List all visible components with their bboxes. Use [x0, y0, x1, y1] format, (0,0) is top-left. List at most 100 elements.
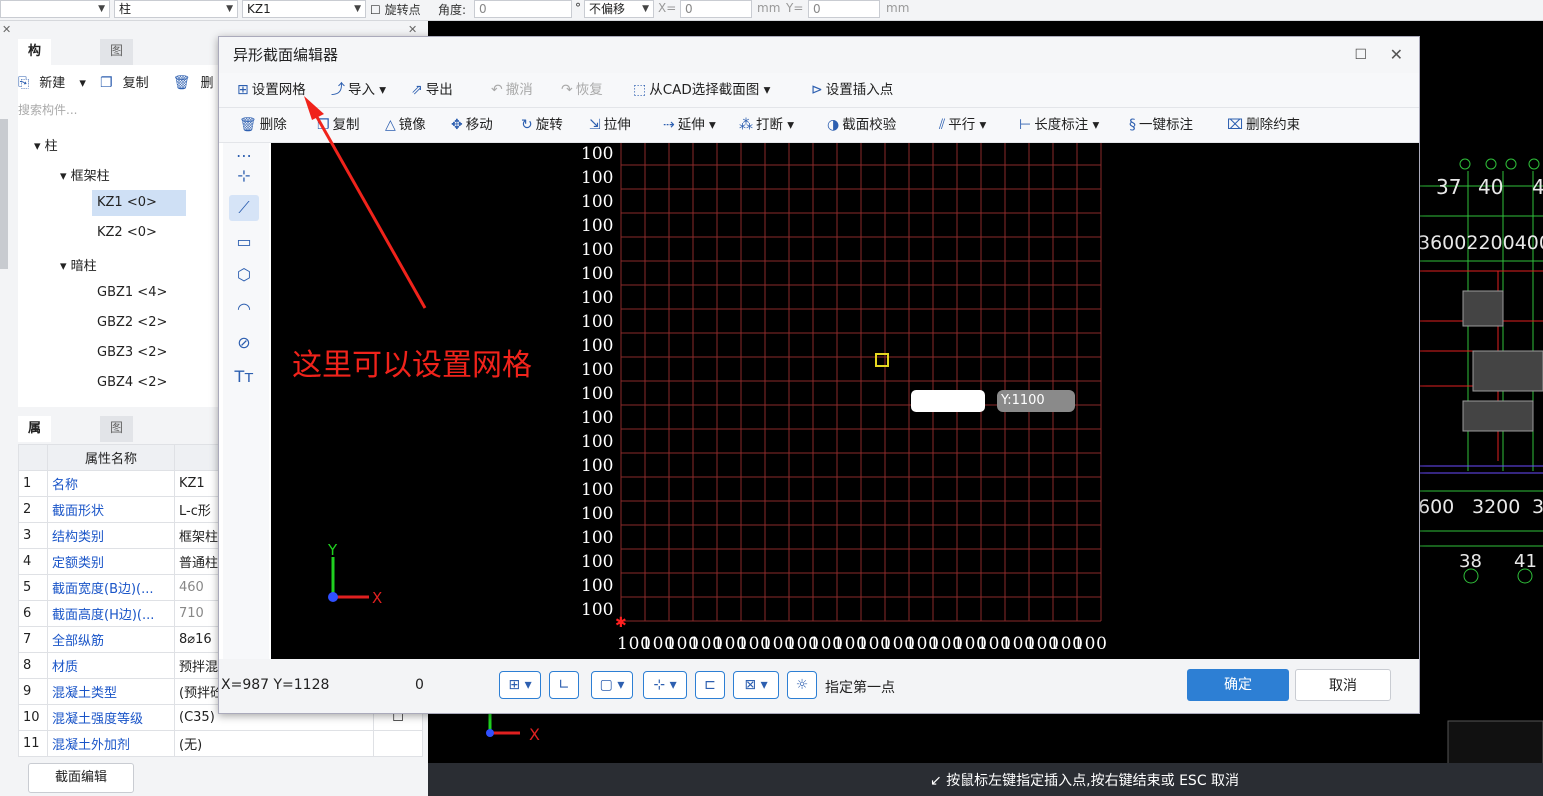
- line-icon[interactable]: ⟋: [229, 195, 259, 221]
- floor-combo[interactable]: ▼: [0, 0, 110, 18]
- stretch-button[interactable]: ⇲ 拉伸: [589, 108, 631, 142]
- component-combo[interactable]: KZ1 ▼: [242, 0, 366, 18]
- length-dimension-button[interactable]: ⊢ 长度标注 ▾: [1019, 108, 1099, 142]
- new-button[interactable]: ⎘ 新建 ▾: [18, 75, 86, 91]
- tab-property-list[interactable]: 属性列表: [18, 416, 52, 514]
- table-row[interactable]: 11 混凝土外加剂 (无): [18, 730, 423, 757]
- tree-node-hidden-column[interactable]: ▾ 暗柱: [60, 255, 97, 274]
- tree-item-gbz3[interactable]: GBZ3 <2>: [97, 345, 167, 360]
- stretch-label: 拉伸: [603, 117, 631, 133]
- row-index: 8: [18, 652, 48, 679]
- grid-label-y: 100: [581, 600, 613, 620]
- x-offset-input[interactable]: 0: [680, 0, 752, 18]
- y-offset-input[interactable]: 0: [808, 0, 880, 18]
- offset-combo[interactable]: 不偏移 ▼: [584, 0, 654, 18]
- maximize-icon[interactable]: ☐: [1354, 37, 1367, 73]
- arc-icon[interactable]: ◠: [229, 296, 259, 322]
- dialog-title-bar[interactable]: 异形截面编辑器 ☐ ✕: [219, 37, 1419, 73]
- polar-button[interactable]: ⊏: [695, 671, 725, 699]
- object-snap-icon: ▢: [599, 677, 613, 693]
- import-button[interactable]: ⤴ 导入 ▾: [331, 73, 386, 107]
- parallel-button[interactable]: ⫽ 平行 ▾: [939, 108, 986, 142]
- text-icon[interactable]: Tт: [229, 364, 259, 390]
- status-value: 0: [415, 677, 424, 693]
- command-hint-text: 按鼠标左键指定插入点,按右键结束或 ESC 取消: [946, 773, 1240, 789]
- tree-node-label: 柱: [44, 139, 58, 154]
- property-value[interactable]: (无): [174, 730, 374, 757]
- cad-axis-indicator: X: [486, 711, 540, 744]
- angle-unit: °: [575, 1, 581, 15]
- rectangle-icon[interactable]: ▭: [229, 229, 259, 255]
- select-from-cad-button[interactable]: ⬚ 从CAD选择截面图 ▾: [633, 73, 770, 107]
- tree-item-gbz4[interactable]: GBZ4 <2>: [97, 375, 167, 390]
- tree-item-kz1[interactable]: KZ1 <0>: [92, 190, 186, 216]
- tab-component-list[interactable]: 构件列表: [18, 39, 52, 137]
- coordinate-input-x[interactable]: [911, 390, 985, 412]
- display-button[interactable]: ⊠ ▾: [733, 671, 779, 699]
- cursor-snap-marker: [875, 353, 889, 367]
- redo-button[interactable]: ↷ 恢复: [561, 73, 603, 107]
- property-name: 混凝土外加剂: [47, 730, 175, 757]
- object-snap-button[interactable]: ▢ ▾: [591, 671, 633, 699]
- extend-button[interactable]: ⇢ 延伸 ▾: [663, 108, 716, 142]
- property-name: 截面宽度(B边)(...: [47, 574, 175, 601]
- tree-item-kz2[interactable]: KZ2 <0>: [97, 225, 157, 240]
- close-icon[interactable]: ✕: [1390, 37, 1403, 73]
- tree-item-gbz2[interactable]: GBZ2 <2>: [97, 315, 167, 330]
- cad-dim-label: 40: [1478, 175, 1503, 199]
- left-scrollbar[interactable]: [0, 119, 8, 269]
- extend-icon: ⇢: [663, 117, 675, 133]
- ok-button[interactable]: 确定: [1187, 669, 1289, 701]
- set-insert-point-button[interactable]: ⊳ 设置插入点: [811, 73, 893, 107]
- break-button[interactable]: ⁂ 打断 ▾: [739, 108, 794, 142]
- import-icon: ⤴: [331, 82, 345, 98]
- tree-node-frame-column[interactable]: ▾ 框架柱: [60, 165, 110, 184]
- tab-drawing-management[interactable]: 图纸管理: [100, 39, 134, 137]
- select-from-cad-label: 从CAD选择截面图: [649, 82, 760, 98]
- grid-label-y: 100: [581, 528, 613, 548]
- export-button[interactable]: ⇗ 导出: [411, 73, 453, 107]
- angle-input[interactable]: 0: [474, 0, 572, 18]
- tree-node-column[interactable]: ▾ 柱: [34, 135, 58, 154]
- one-key-dimension-button[interactable]: § 一键标注: [1129, 108, 1193, 142]
- move-button[interactable]: ✥ 移动: [451, 108, 493, 142]
- tip-button[interactable]: ☼: [787, 671, 817, 699]
- move-icon: ✥: [451, 117, 463, 133]
- new-label: 新建: [39, 76, 66, 91]
- tree-item-gbz1[interactable]: GBZ1 <4>: [97, 285, 167, 300]
- cancel-button[interactable]: 取消: [1295, 669, 1391, 701]
- undo-icon: ↶: [491, 82, 503, 98]
- search-input[interactable]: 搜索构件...: [18, 99, 218, 121]
- section-check-button[interactable]: ◑ 截面校验: [827, 108, 896, 142]
- delete-constraint-icon: ⌧: [1227, 117, 1244, 133]
- redo-label: 恢复: [575, 82, 603, 98]
- rotate-icon: ↻: [521, 117, 533, 133]
- lightbulb-icon: ☼: [795, 677, 809, 693]
- x-offset-value: 0: [685, 2, 693, 16]
- grid-snap-button[interactable]: ⊞ ▾: [499, 671, 541, 699]
- rotate-point-checkbox[interactable]: ☐ 旋转点: [370, 1, 421, 18]
- close-icon[interactable]: ✕: [2, 23, 11, 36]
- rotate-button[interactable]: ↻ 旋转: [521, 108, 563, 142]
- undo-button[interactable]: ↶ 撤消: [491, 73, 533, 107]
- drawing-canvas[interactable]: 100 100 100 100 100 100 100 100 100 100 100 100 100 1…: [271, 143, 1419, 659]
- section-edit-button[interactable]: 截面编辑: [28, 763, 134, 793]
- property-extra: [373, 730, 423, 757]
- delete-button[interactable]: 🗑 删: [173, 75, 224, 91]
- dimension-snap-button[interactable]: ⊹ ▾: [643, 671, 687, 699]
- delete-shape-button[interactable]: 🗑 删除: [239, 108, 287, 142]
- ortho-button[interactable]: ∟: [549, 671, 579, 699]
- point-icon[interactable]: ⊹: [229, 163, 259, 189]
- close-icon[interactable]: ✕: [408, 23, 417, 36]
- circle-icon[interactable]: ⊘: [229, 330, 259, 356]
- grid-label-y: 100: [581, 456, 613, 476]
- auto-dimension-icon: §: [1129, 117, 1136, 133]
- polygon-icon[interactable]: ⬡: [229, 262, 259, 288]
- copy-shape-button[interactable]: ❐ 复制: [317, 108, 360, 142]
- set-grid-button[interactable]: ⊞ 设置网格: [237, 73, 306, 107]
- copy-button[interactable]: ❐ 复制: [100, 75, 159, 91]
- mirror-button[interactable]: △ 镜像: [385, 108, 426, 142]
- tab-layer-management[interactable]: 图层管理: [100, 416, 134, 514]
- delete-constraint-button[interactable]: ⌧ 删除约束: [1227, 108, 1300, 142]
- type-combo[interactable]: 柱 ▼: [114, 0, 238, 18]
